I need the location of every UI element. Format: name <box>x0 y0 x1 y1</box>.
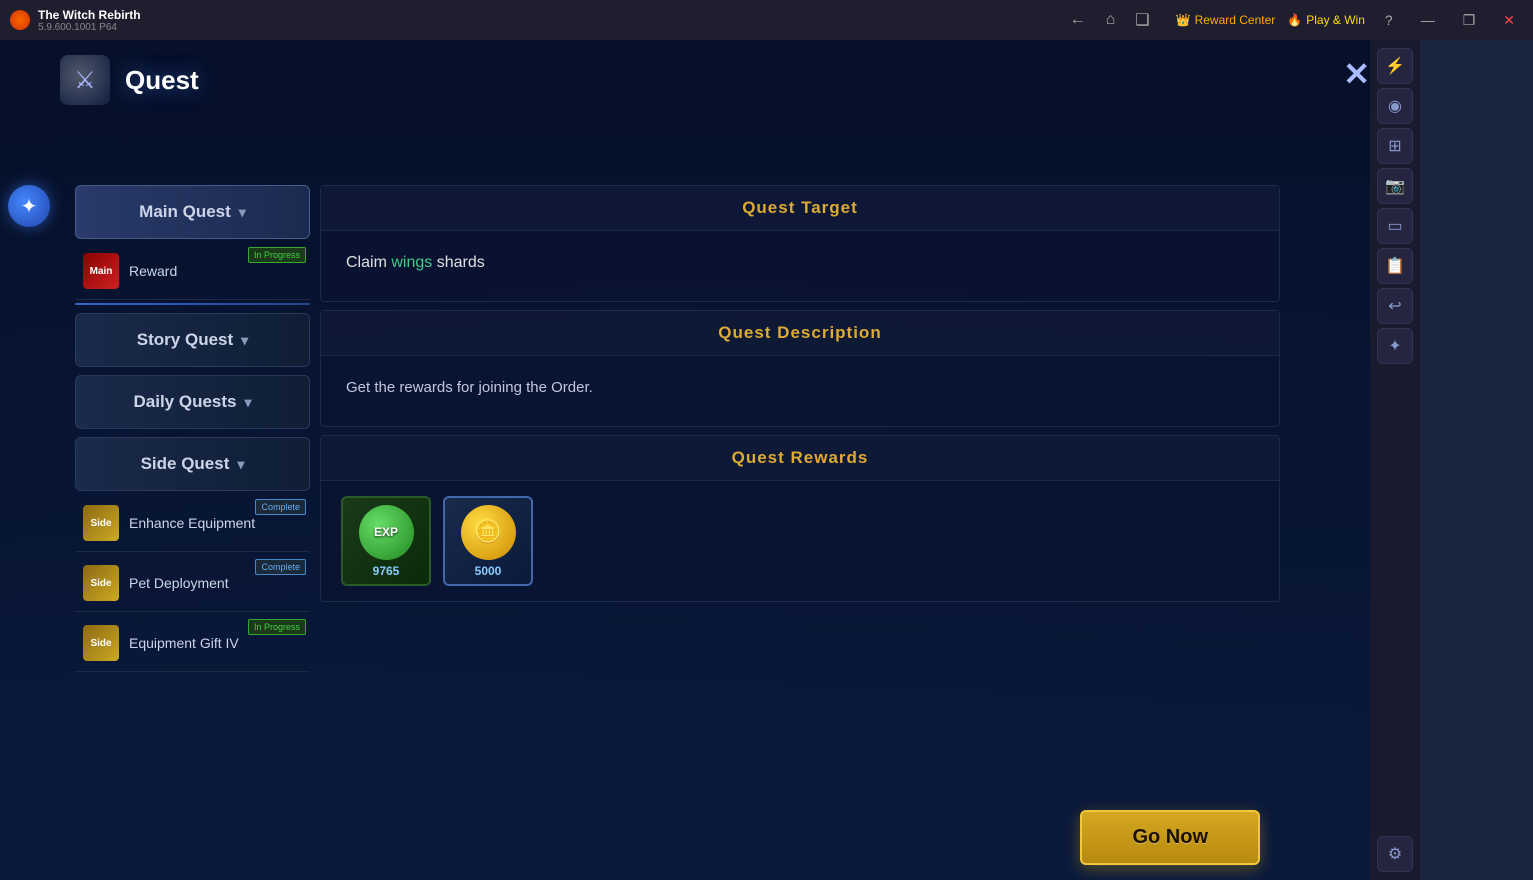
target-text-before: Claim <box>346 254 391 271</box>
side-quest-category[interactable]: Side Quest ▾ <box>75 437 310 491</box>
reward-icon: 👑 <box>1176 13 1191 27</box>
exp-reward-item: EXP 9765 <box>341 496 431 586</box>
quest-icon: ⚔ <box>60 55 110 105</box>
story-quest-label: Story Quest <box>137 330 233 350</box>
sidebar-icon-6[interactable]: 📋 <box>1377 248 1413 284</box>
enhance-equipment-item[interactable]: Side Enhance Equipment Complete <box>75 495 310 552</box>
quest-close-button[interactable]: ✕ <box>1343 55 1370 93</box>
equipment-gift-item[interactable]: Side Equipment Gift IV In Progress <box>75 615 310 672</box>
target-text-after: shards <box>432 254 484 271</box>
enhance-equipment-icon: Side <box>83 505 119 541</box>
enhance-equipment-name: Enhance Equipment <box>129 515 302 531</box>
quest-title: Quest <box>125 65 199 96</box>
reward-item-name: Reward <box>129 263 302 279</box>
quest-description-text: Get the rewards for joining the Order. <box>346 376 1254 400</box>
back-button[interactable]: ← <box>1064 9 1092 31</box>
daily-quests-category[interactable]: Daily Quests ▾ <box>75 375 310 429</box>
reward-center-label: Reward Center <box>1195 13 1276 27</box>
quest-rewards-container: EXP 9765 🪙 5000 <box>321 481 1279 601</box>
duplicate-button[interactable]: ❑ <box>1129 8 1155 32</box>
quest-header: ⚔ Quest <box>60 55 199 105</box>
quest-description-body: Get the rewards for joining the Order. <box>321 356 1279 426</box>
equipment-gift-name: Equipment Gift IV <box>129 635 302 651</box>
reward-in-progress-badge: In Progress <box>248 247 306 263</box>
pet-complete-badge: Complete <box>255 559 306 575</box>
exp-icon: EXP <box>359 505 414 560</box>
quest-target-text: Claim wings shards <box>346 251 1254 275</box>
side-quest-chevron: ▾ <box>237 456 244 473</box>
separator-1 <box>75 303 310 305</box>
sidebar-settings-icon[interactable]: ⚙ <box>1377 836 1413 872</box>
app-name: The Witch Rebirth <box>38 8 141 22</box>
main-quest-label: Main Quest <box>139 202 231 222</box>
sidebar-icon-8[interactable]: ✦ <box>1377 328 1413 364</box>
go-now-button[interactable]: Go Now <box>1080 810 1260 865</box>
quest-rewards-section: Quest Rewards EXP 9765 🪙 5000 <box>320 435 1280 602</box>
title-bar: The Witch Rebirth 5.9.600.1001 P64 ← ⌂ ❑… <box>0 0 1533 40</box>
window-close-button[interactable]: ✕ <box>1495 10 1523 31</box>
nav-buttons: ← ⌂ ❑ <box>1064 8 1156 32</box>
daily-quests-label: Daily Quests <box>133 392 236 412</box>
daily-quests-chevron: ▾ <box>244 394 251 411</box>
game-area: ⚔ Quest ✕ ✦ Main Quest ▾ Main Reward In … <box>0 40 1420 880</box>
quest-rewards-header: Quest Rewards <box>321 436 1279 481</box>
pet-deployment-item[interactable]: Side Pet Deployment Complete <box>75 555 310 612</box>
reward-item-icon: Main <box>83 253 119 289</box>
app-title: The Witch Rebirth 5.9.600.1001 P64 <box>38 8 1064 33</box>
quest-description-section: Quest Description Get the rewards for jo… <box>320 310 1280 427</box>
play-win-button[interactable]: 🔥 Play & Win <box>1287 13 1365 27</box>
gold-icon: 🪙 <box>461 505 516 560</box>
fire-icon: 🔥 <box>1287 13 1302 27</box>
quest-target-body: Claim wings shards <box>321 231 1279 301</box>
title-bar-right: 👑 Reward Center 🔥 Play & Win ? — ❐ ✕ <box>1176 10 1523 31</box>
quest-main-content: Quest Target Claim wings shards Quest De… <box>320 185 1280 880</box>
story-quest-chevron: ▾ <box>241 332 248 349</box>
sidebar-icon-2[interactable]: ◉ <box>1377 88 1413 124</box>
quest-target-section: Quest Target Claim wings shards <box>320 185 1280 302</box>
sidebar-icon-3[interactable]: ⊞ <box>1377 128 1413 164</box>
quest-left-panel: Main Quest ▾ Main Reward In Progress Sto… <box>75 185 310 870</box>
left-edge-icon[interactable]: ✦ <box>8 185 50 227</box>
exp-value: 9765 <box>373 564 400 578</box>
play-win-label: Play & Win <box>1306 13 1365 27</box>
main-quest-category[interactable]: Main Quest ▾ <box>75 185 310 239</box>
gold-value: 5000 <box>475 564 502 578</box>
gold-reward-item: 🪙 5000 <box>443 496 533 586</box>
pet-deployment-icon: Side <box>83 565 119 601</box>
equipment-in-progress-badge: In Progress <box>248 619 306 635</box>
target-highlight: wings <box>391 254 432 271</box>
side-quest-label: Side Quest <box>141 454 230 474</box>
sidebar-icon-4[interactable]: 📷 <box>1377 168 1413 204</box>
equipment-gift-icon: Side <box>83 625 119 661</box>
sidebar-icon-7[interactable]: ↩ <box>1377 288 1413 324</box>
app-logo <box>10 10 30 30</box>
minimize-button[interactable]: — <box>1413 10 1443 30</box>
quest-target-header: Quest Target <box>321 186 1279 231</box>
quest-description-header: Quest Description <box>321 311 1279 356</box>
app-version: 5.9.600.1001 P64 <box>38 22 1064 33</box>
restore-button[interactable]: ❐ <box>1455 10 1484 31</box>
help-button[interactable]: ? <box>1377 10 1401 30</box>
pet-deployment-name: Pet Deployment <box>129 575 302 591</box>
story-quest-category[interactable]: Story Quest ▾ <box>75 313 310 367</box>
right-sidebar: ⚡ ◉ ⊞ 📷 ▭ 📋 ↩ ✦ ⚙ <box>1370 40 1420 880</box>
sidebar-icon-1[interactable]: ⚡ <box>1377 48 1413 84</box>
main-quest-chevron: ▾ <box>239 204 246 221</box>
enhance-complete-badge: Complete <box>255 499 306 515</box>
reward-center-button[interactable]: 👑 Reward Center <box>1176 13 1276 27</box>
sidebar-icon-5[interactable]: ▭ <box>1377 208 1413 244</box>
home-button[interactable]: ⌂ <box>1100 9 1122 31</box>
reward-quest-item[interactable]: Main Reward In Progress <box>75 243 310 300</box>
